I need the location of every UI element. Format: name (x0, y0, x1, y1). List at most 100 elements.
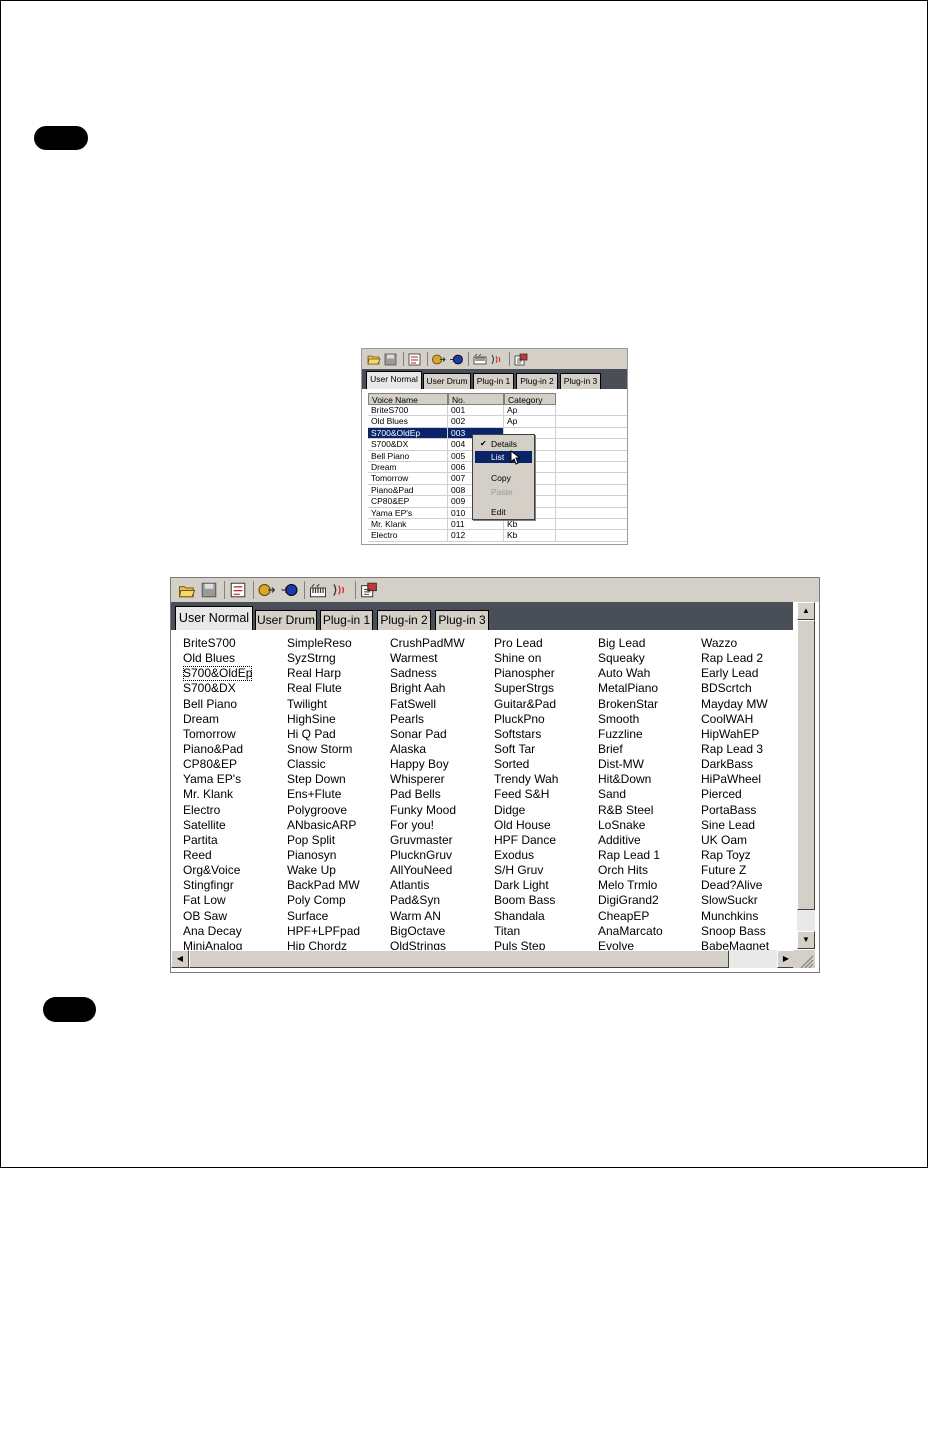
import-icon[interactable] (448, 352, 463, 367)
list-item[interactable]: HPF+LPFpad (287, 924, 360, 939)
list-item[interactable]: Big Lead (598, 636, 663, 651)
list-item[interactable]: Early Lead (701, 666, 769, 681)
list-item[interactable]: Munchkins (701, 909, 769, 924)
list-item[interactable]: Snoop Bass (701, 924, 769, 939)
list-item[interactable]: Brief (598, 742, 663, 757)
menu-item-copy[interactable]: Copy (475, 472, 532, 484)
list-item[interactable]: Mr. Klank (183, 787, 252, 802)
list-item[interactable]: Old House (494, 818, 558, 833)
column-header-number[interactable]: No. (448, 393, 504, 405)
list-item[interactable]: Dark Light (494, 878, 558, 893)
vertical-scrollbar[interactable]: ▲ ▼ (797, 602, 815, 949)
list-item[interactable]: Partita (183, 833, 252, 848)
tab-user-normal[interactable]: User Normal (175, 606, 253, 630)
list-item[interactable]: Snow Storm (287, 742, 360, 757)
list-item[interactable]: Dream (183, 712, 252, 727)
scroll-up-icon[interactable]: ▲ (797, 602, 815, 620)
list-item[interactable]: Pierced (701, 787, 769, 802)
list-item[interactable]: Tomorrow (183, 727, 252, 742)
list-item[interactable]: Pad Bells (390, 787, 465, 802)
list-item[interactable]: Hi Q Pad (287, 727, 360, 742)
list-item[interactable]: Rap Lead 2 (701, 651, 769, 666)
list-item[interactable]: DarkBass (701, 757, 769, 772)
list-item[interactable]: Twilight (287, 697, 360, 712)
list-item[interactable]: Wake Up (287, 863, 360, 878)
open-folder-icon[interactable] (366, 352, 381, 367)
list-item[interactable]: Soft Tar (494, 742, 558, 757)
table-row[interactable]: Mr. Klank 011 Kb (368, 519, 627, 531)
tab-plugin-3[interactable]: Plug-in 3 (435, 610, 489, 630)
list-item[interactable]: Satellite (183, 818, 252, 833)
keyboard-icon[interactable] (472, 352, 487, 367)
audition-icon[interactable] (489, 352, 504, 367)
list-item[interactable]: BackPad MW (287, 878, 360, 893)
table-row[interactable]: Old Blues 002 Ap (368, 416, 627, 428)
list-item[interactable]: OB Saw (183, 909, 252, 924)
import-icon[interactable] (279, 581, 298, 600)
save-icon[interactable] (383, 352, 398, 367)
list-item[interactable]: Real Flute (287, 681, 360, 696)
list-item[interactable]: Atlantis (390, 878, 465, 893)
list-item[interactable]: Rap Lead 3 (701, 742, 769, 757)
list-item[interactable]: Pop Split (287, 833, 360, 848)
resize-grip-icon[interactable] (793, 950, 815, 969)
list-item[interactable]: Poly Comp (287, 893, 360, 908)
list-item[interactable]: HighSine (287, 712, 360, 727)
list-item[interactable]: For you! (390, 818, 465, 833)
table-row[interactable]: Electro 012 Kb (368, 530, 627, 542)
list-item[interactable]: S/H Gruv (494, 863, 558, 878)
tab-plugin-2[interactable]: Plug-in 2 (516, 373, 558, 389)
list-item[interactable]: BriteS700 (183, 636, 252, 651)
tab-user-normal[interactable]: User Normal (366, 371, 422, 389)
list-item[interactable]: Dead?Alive (701, 878, 769, 893)
list-item[interactable]: Didge (494, 803, 558, 818)
list-item[interactable]: Piano&Pad (183, 742, 252, 757)
list-item[interactable]: Future Z (701, 863, 769, 878)
tab-user-drum[interactable]: User Drum (423, 373, 471, 389)
list-item[interactable]: Sine Lead (701, 818, 769, 833)
tab-plugin-2[interactable]: Plug-in 2 (377, 610, 431, 630)
list-item[interactable]: Bright Aah (390, 681, 465, 696)
list-item[interactable]: Softstars (494, 727, 558, 742)
list-item[interactable]: Surface (287, 909, 360, 924)
list-item[interactable]: CoolWAH (701, 712, 769, 727)
tab-plugin-1[interactable]: Plug-in 1 (473, 373, 514, 389)
list-item[interactable]: Gruvmaster (390, 833, 465, 848)
list-item[interactable]: PluckPno (494, 712, 558, 727)
list-item[interactable]: BrokenStar (598, 697, 663, 712)
export-icon[interactable] (431, 352, 446, 367)
list-item[interactable]: Sadness (390, 666, 465, 681)
list-item[interactable]: CP80&EP (183, 757, 252, 772)
list-item[interactable]: Fat Low (183, 893, 252, 908)
list-item[interactable]: Warm AN (390, 909, 465, 924)
list-item[interactable]: BDScrtch (701, 681, 769, 696)
table-row[interactable]: BriteS700 001 Ap (368, 405, 627, 417)
properties-icon[interactable] (407, 352, 422, 367)
list-item[interactable]: UK Oam (701, 833, 769, 848)
save-icon[interactable] (199, 581, 218, 600)
list-item[interactable]: S700&DX (183, 681, 252, 696)
list-item[interactable]: AllYouNeed (390, 863, 465, 878)
list-item[interactable]: Sonar Pad (390, 727, 465, 742)
list-item[interactable]: Whisperer (390, 772, 465, 787)
menu-item-edit[interactable]: Edit (475, 506, 532, 518)
tab-user-drum[interactable]: User Drum (255, 610, 317, 630)
list-item[interactable]: Guitar&Pad (494, 697, 558, 712)
list-item[interactable]: FatSwell (390, 697, 465, 712)
list-item[interactable]: CheapEP (598, 909, 663, 924)
list-item[interactable]: Rap Lead 1 (598, 848, 663, 863)
column-header-voice-name[interactable]: Voice Name (368, 393, 448, 405)
list-item[interactable]: Titan (494, 924, 558, 939)
list-item[interactable]: Shine on (494, 651, 558, 666)
list-item[interactable]: PortaBass (701, 803, 769, 818)
list-item[interactable]: Old Blues (183, 651, 252, 666)
list-item[interactable]: Pianosyn (287, 848, 360, 863)
list-item[interactable]: Happy Boy (390, 757, 465, 772)
list-item[interactable]: Boom Bass (494, 893, 558, 908)
list-item[interactable]: LoSnake (598, 818, 663, 833)
menu-item-details[interactable]: ✔ Details (475, 438, 532, 450)
list-item[interactable]: Trendy Wah (494, 772, 558, 787)
list-item[interactable]: AnaMarcato (598, 924, 663, 939)
list-item[interactable]: Reed (183, 848, 252, 863)
list-item[interactable]: SlowSuckr (701, 893, 769, 908)
